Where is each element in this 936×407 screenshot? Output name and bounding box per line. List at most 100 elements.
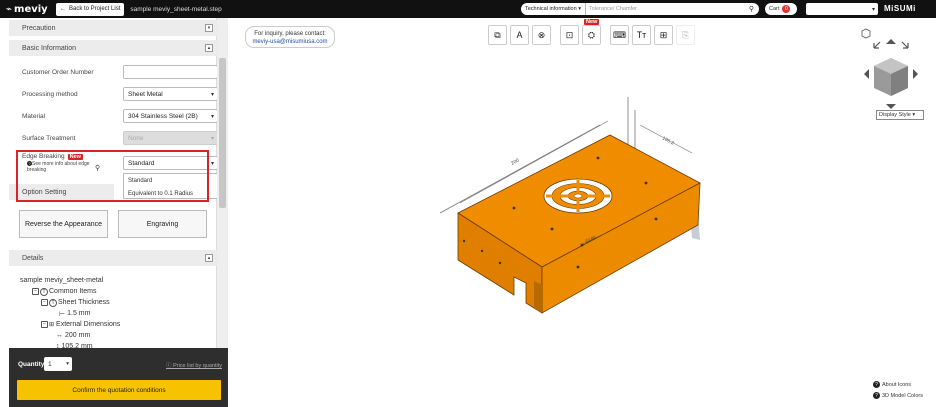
cart-button[interactable]: Cart 0 bbox=[765, 3, 797, 15]
search-category-select[interactable]: Technical information ▾ bbox=[521, 3, 586, 15]
section-view-icon[interactable]: ⊡ bbox=[560, 25, 579, 45]
help-icon: ? bbox=[873, 392, 880, 399]
cart-label: Cart bbox=[769, 6, 780, 12]
tree-common-items[interactable]: − T Common Items bbox=[20, 286, 120, 297]
chevron-down-icon: ▾ bbox=[210, 91, 214, 98]
display-style-select[interactable]: Display Style ▾ bbox=[876, 110, 924, 120]
confirm-quotation-button[interactable]: Confirm the quotation conditions bbox=[17, 380, 221, 400]
help-icon: ? bbox=[873, 381, 880, 388]
search-bar: Technical information ▾ Tolerance/ Chamf… bbox=[521, 3, 759, 15]
tree-common-label: Common Items bbox=[49, 288, 97, 295]
details-label: Details bbox=[22, 254, 44, 262]
dimension-label-width: 105.2 bbox=[661, 135, 675, 146]
precaution-section-header[interactable]: Precaution ▾ bbox=[9, 20, 217, 36]
tree-dims-label: External Dimensions bbox=[56, 321, 121, 328]
quantity-select[interactable]: 1 ▾ bbox=[44, 357, 72, 371]
rotate-up-icon[interactable] bbox=[886, 39, 896, 44]
basic-info-section-header[interactable]: Basic Information ▴ bbox=[9, 40, 217, 56]
minus-icon[interactable]: − bbox=[32, 288, 39, 295]
scrollbar-thumb[interactable] bbox=[219, 58, 226, 208]
chevron-down-icon: ▾ bbox=[912, 112, 916, 118]
text-size-icon[interactable]: Tт bbox=[632, 25, 651, 45]
cube-icon[interactable] bbox=[874, 58, 908, 96]
tree-thickness-value[interactable]: ⊢ 1.5 mm bbox=[20, 308, 120, 319]
thickness-icon: ⊢ bbox=[59, 310, 66, 318]
material-value: 304 Stainless Steel (2B) bbox=[128, 112, 198, 120]
surface-treatment-select: None ▾ bbox=[123, 131, 218, 145]
export-icon: ⎘ bbox=[676, 25, 695, 45]
processing-method-label: Processing method bbox=[22, 91, 78, 98]
view-cube[interactable] bbox=[856, 28, 926, 110]
rotate-left-arrow-icon[interactable] bbox=[864, 69, 869, 79]
processing-method-select[interactable]: Sheet Metal ▾ bbox=[123, 87, 218, 101]
logo-icon: ⌁ bbox=[6, 3, 13, 15]
sheet-metal-model[interactable]: 200 105.2 22.86 bbox=[430, 95, 720, 325]
rotate-left-icon[interactable] bbox=[873, 41, 881, 49]
collapse-icon[interactable]: ▾ bbox=[205, 24, 213, 32]
rotate-right-arrow-icon[interactable] bbox=[913, 69, 918, 79]
collapse-icon[interactable]: ▴ bbox=[205, 254, 213, 262]
minus-icon[interactable]: − bbox=[41, 321, 48, 328]
chevron-down-icon: ▾ bbox=[871, 6, 875, 13]
hole-dimension-icon[interactable]: ⊗ bbox=[532, 25, 551, 45]
inquiry-text: For inquiry, please contact: bbox=[254, 31, 326, 37]
precaution-label: Precaution bbox=[22, 24, 56, 32]
misumi-logo[interactable]: MiSUMi bbox=[884, 4, 916, 13]
engraving-button[interactable]: Engraving bbox=[118, 210, 207, 238]
chevron-down-icon: ▾ bbox=[578, 6, 581, 12]
price-link-text: Price list by quantity bbox=[173, 363, 222, 369]
dim1-value: 200 mm bbox=[65, 332, 91, 339]
tree-sheet-thickness[interactable]: − T Sheet Thickness bbox=[20, 297, 120, 308]
minus-icon[interactable]: − bbox=[41, 299, 48, 306]
tree-thickness-label: Sheet Thickness bbox=[58, 299, 110, 306]
logo-text: meviy bbox=[14, 3, 48, 15]
cart-count-badge: 0 bbox=[782, 5, 791, 13]
chevron-down-icon: ▾ bbox=[210, 113, 214, 120]
surface-treatment-label: Surface Treatment bbox=[22, 135, 76, 142]
search-input[interactable]: Tolerance/ Chamfer bbox=[586, 6, 749, 12]
dimension-icon: ⊞ bbox=[49, 322, 55, 328]
rotate-right-icon[interactable] bbox=[901, 41, 909, 49]
home-view-icon[interactable] bbox=[861, 28, 871, 39]
processing-method-value: Sheet Metal bbox=[128, 90, 163, 98]
chevron-down-icon: ▾ bbox=[210, 135, 214, 142]
details-tree: sample meviy_sheet-metal − T Common Items … bbox=[20, 275, 120, 352]
model-colors-link[interactable]: ? 3D Model Colors bbox=[873, 392, 923, 399]
panel-scrollbar[interactable] bbox=[217, 18, 228, 348]
tree-root[interactable]: sample meviy_sheet-metal bbox=[20, 275, 120, 286]
back-label: Back to Project List bbox=[69, 6, 121, 12]
search-category-label: Technical information bbox=[525, 6, 577, 12]
back-to-project-list-button[interactable]: ← Back to Project List bbox=[56, 2, 125, 16]
measure-tool-icon[interactable]: ⛭ New bbox=[582, 19, 601, 45]
meviy-logo[interactable]: ⌁ meviy bbox=[0, 4, 56, 15]
material-select[interactable]: 304 Stainless Steel (2B) ▾ bbox=[123, 109, 218, 123]
about-icons-link[interactable]: ? About Icons bbox=[873, 381, 911, 388]
search-icon[interactable]: ⚲ bbox=[749, 5, 759, 13]
customer-order-input[interactable] bbox=[123, 65, 218, 79]
inquiry-email-link[interactable]: meviy-usa@misumiusa.com bbox=[246, 38, 334, 46]
thickness-value: 1.5 mm bbox=[67, 310, 91, 317]
rotate-down-icon[interactable] bbox=[886, 104, 896, 109]
account-select[interactable]: ▾ bbox=[806, 3, 878, 15]
about-icons-text: About Icons bbox=[882, 381, 912, 388]
price-list-link[interactable]: ⓘ Price list by quantity bbox=[166, 361, 222, 369]
new-badge: New bbox=[584, 19, 600, 25]
tree-dim-1[interactable]: ↔ 200 mm bbox=[20, 330, 120, 341]
viewer-toolbar: ⧉ A ⊗ ⊡ ⛭ New ⌨ Tт ⊞ ⎘ bbox=[488, 19, 695, 47]
tree-node-icon: T bbox=[49, 298, 57, 307]
chevron-down-icon: ▾ bbox=[210, 160, 214, 167]
details-section-header[interactable]: Details ▴ bbox=[9, 250, 217, 266]
tree-external-dimensions[interactable]: − ⊞ External Dimensions bbox=[20, 319, 120, 330]
collapse-icon[interactable]: ▴ bbox=[205, 44, 213, 52]
view-fit-icon[interactable]: ⧉ bbox=[488, 25, 507, 45]
width-dim-icon: ↔ bbox=[56, 332, 63, 339]
dimension-text-icon[interactable]: A bbox=[510, 25, 529, 45]
surface-treatment-value: None bbox=[128, 134, 144, 142]
keyboard-icon[interactable]: ⌨ bbox=[610, 25, 629, 45]
basic-info-label: Basic Information bbox=[22, 44, 77, 52]
tolerance-icon[interactable]: ⊞ bbox=[654, 25, 673, 45]
quantity-label: Quantity bbox=[18, 361, 45, 368]
chevron-down-icon: ▾ bbox=[66, 361, 69, 367]
inquiry-contact: For inquiry, please contact: meviy-usa@m… bbox=[245, 26, 335, 48]
reverse-appearance-button[interactable]: Reverse the Appearance bbox=[19, 210, 108, 238]
